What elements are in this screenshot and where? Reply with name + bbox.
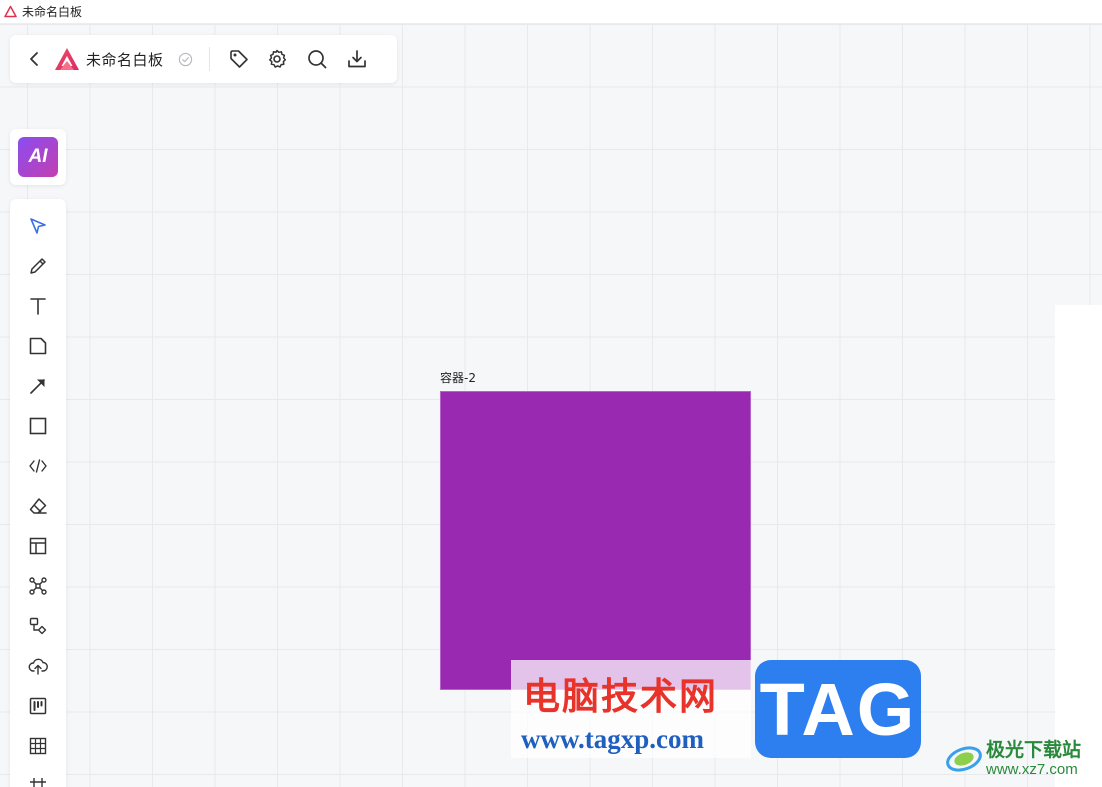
mindmap-icon xyxy=(29,577,47,595)
code-tool[interactable] xyxy=(25,453,51,479)
tag-icon xyxy=(229,50,248,68)
download-icon xyxy=(347,50,366,68)
saved-check-icon xyxy=(178,52,192,66)
text-icon xyxy=(30,298,46,315)
eraser-tool[interactable] xyxy=(25,493,51,519)
flowchart-icon xyxy=(29,617,47,635)
watermark-site: 极光下载站 www.xz7.com xyxy=(944,735,1099,783)
container-frame[interactable] xyxy=(440,391,751,690)
rectangle-icon xyxy=(29,417,47,435)
eraser-icon xyxy=(29,498,47,514)
header-bar: 未命名白板 xyxy=(10,35,397,83)
arrow-tool[interactable] xyxy=(25,373,51,399)
watermark-site-url: www.xz7.com xyxy=(986,761,1078,778)
code-icon xyxy=(29,459,47,473)
sticky-note-tool[interactable] xyxy=(25,333,51,359)
right-side-panel xyxy=(1055,305,1102,787)
text-tool[interactable] xyxy=(25,293,51,319)
watermark-tag-logo: TAG xyxy=(755,660,921,758)
search-button[interactable] xyxy=(306,48,328,70)
arrow-icon xyxy=(30,379,45,394)
tag-button[interactable] xyxy=(228,48,250,70)
flowchart-tool[interactable] xyxy=(25,613,51,639)
select-tool[interactable] xyxy=(25,213,51,239)
ai-button[interactable]: AI xyxy=(18,137,58,177)
kanban-icon xyxy=(29,697,47,715)
download-button[interactable] xyxy=(346,48,368,70)
rectangle-tool[interactable] xyxy=(25,413,51,439)
pen-tool[interactable] xyxy=(25,253,51,279)
watermark-site-name: 极光下载站 xyxy=(986,739,1082,761)
sticky-note-icon xyxy=(29,337,47,355)
table-tool[interactable] xyxy=(25,733,51,759)
table-icon xyxy=(29,737,47,755)
upload-tool[interactable] xyxy=(25,653,51,679)
watermark-url-text: www.tagxp.com xyxy=(521,724,704,754)
container-label[interactable]: 容器-2 xyxy=(440,369,476,386)
kanban-tool[interactable] xyxy=(25,693,51,719)
chevron-left-icon xyxy=(30,52,38,66)
left-toolbar xyxy=(10,199,66,787)
grid-icon xyxy=(30,778,46,787)
layout-icon xyxy=(29,537,47,555)
window-title: 未命名白板 xyxy=(22,5,83,19)
document-title[interactable]: 未命名白板 xyxy=(86,49,164,70)
mindmap-tool[interactable] xyxy=(25,573,51,599)
settings-icon xyxy=(268,49,286,68)
header-divider xyxy=(208,47,210,71)
ai-panel: AI xyxy=(10,129,66,185)
site-logo-icon xyxy=(946,746,982,772)
upload-icon xyxy=(28,658,48,675)
grid-tool[interactable] xyxy=(25,773,51,787)
layout-tool[interactable] xyxy=(25,533,51,559)
watermark-cn-text: 电脑技术网 xyxy=(523,675,718,718)
pen-icon xyxy=(30,258,46,274)
window-titlebar: 未命名白板 xyxy=(0,0,1102,24)
search-icon xyxy=(307,50,326,69)
back-button[interactable] xyxy=(24,49,44,69)
select-icon xyxy=(30,218,46,234)
settings-button[interactable] xyxy=(266,48,288,70)
app-logo-icon xyxy=(4,5,17,18)
app-logo-icon xyxy=(55,48,79,70)
